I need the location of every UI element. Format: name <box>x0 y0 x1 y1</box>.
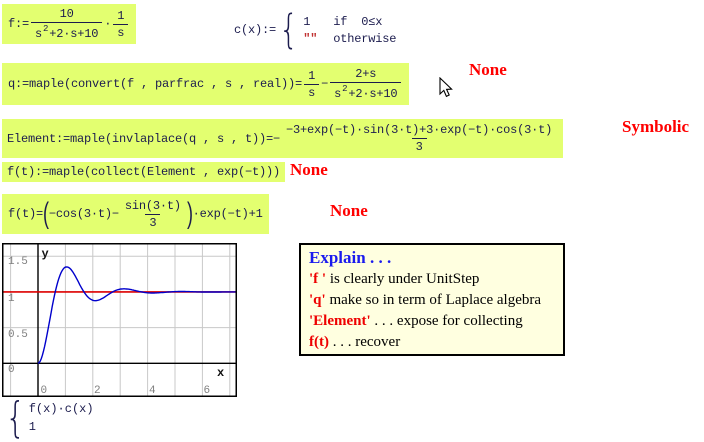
right-paren: ) <box>187 197 193 231</box>
plot-background <box>2 243 237 397</box>
case-condition: otherwise <box>333 32 396 46</box>
fraction: sin(3·t) 3 <box>121 199 185 230</box>
explain-line: 'Element' . . . expose for collecting <box>309 311 555 332</box>
eq-result-inner: −cos(3·t)− <box>49 207 119 221</box>
explain-title: Explain . . . <box>309 246 555 269</box>
left-paren: ( <box>43 197 49 231</box>
eq-q-pre: q:=maple(convert(f , parfrac , s , real)… <box>8 77 302 91</box>
mathcad-worksheet: { "colors": { "highlight": "#e3ff70", "e… <box>0 0 704 440</box>
legend-trace-1: f(x)·c(x) <box>29 400 94 418</box>
explain-line: 'f ' is clearly under UnitStep <box>309 269 555 290</box>
evaluation-mode-label-none-q: None <box>469 60 507 80</box>
evaluation-mode-label-none-collect: None <box>290 160 328 180</box>
eq-result-post: ·exp(−t)+1 <box>193 207 263 221</box>
fraction: 10 s2+2·s+10 <box>31 7 102 41</box>
explain-line: f(t) . . . recover <box>309 332 555 353</box>
left-brace: { <box>279 10 298 50</box>
explain-line: 'q' make so in term of Laplace algebra <box>309 290 555 311</box>
mouse-cursor-icon <box>436 77 456 104</box>
x-axis-label: x <box>217 366 224 380</box>
numerator: 10 <box>56 7 78 22</box>
y-tick-label: 1.5 <box>8 256 28 268</box>
multiply-dot: · <box>104 17 111 31</box>
xy-plot[interactable]: 1.5 1 0.5 0 0 2 4 6 y x <box>2 243 237 402</box>
plot-trace-legend: { f(x)·c(x) 1 <box>2 397 94 439</box>
evaluation-mode-label-symbolic: Symbolic <box>622 117 689 137</box>
equation-q-parfrac[interactable]: q:=maple(convert(f , parfrac , s , real)… <box>2 63 409 105</box>
eq-collect-text: f(t):=maple(collect(Element , exp(−t))) <box>7 165 280 179</box>
case-value-string: "" <box>303 32 317 46</box>
x-tick-label: 2 <box>94 385 101 397</box>
equation-c-definition[interactable]: c(x):= { 1 if 0≤x "" otherwise <box>234 10 396 50</box>
equation-element-invlaplace[interactable]: Element:=maple(invlaplace(q , s , t))=− … <box>2 119 563 158</box>
evaluation-mode-label-none-result: None <box>330 201 368 221</box>
eq-element-pre: Element:=maple(invlaplace(q , s , t))=− <box>7 132 280 146</box>
equation-ft-result[interactable]: f(t)= ( −cos(3·t)− sin(3·t) 3 ) ·exp(−t)… <box>2 194 269 234</box>
eq-result-pre: f(t)= <box>8 207 43 221</box>
legend-trace-2: 1 <box>29 418 94 436</box>
fraction: 2+s s2+2·s+10 <box>330 67 401 101</box>
y-tick-label: 1 <box>8 293 15 305</box>
x-tick-label: 6 <box>204 385 211 397</box>
equation-ft-collect[interactable]: f(t):=maple(collect(Element , exp(−t))) <box>2 162 285 182</box>
fraction: −3+exp(−t)·sin(3·t)+3·exp(−t)·cos(3·t) 3 <box>282 123 556 154</box>
fraction: 1 s <box>113 9 128 40</box>
case-condition: if 0≤x <box>333 15 396 29</box>
case-value: 1 <box>303 15 317 29</box>
y-axis-label: y <box>42 247 49 261</box>
piecewise-cases: 1 if 0≤x "" otherwise <box>303 15 396 46</box>
x-tick-label: 4 <box>149 385 156 397</box>
eq-c-lhs: c(x):= <box>234 23 276 37</box>
explain-text-box: Explain . . . 'f ' is clearly under Unit… <box>299 243 565 356</box>
legend-brace: { <box>5 397 25 439</box>
x-tick-label: 0 <box>41 385 48 397</box>
y-tick-label: 0.5 <box>8 329 28 341</box>
minus-sign: − <box>321 77 328 91</box>
y-tick-label: 0 <box>8 364 15 376</box>
eq-f-lhs: f:= <box>8 17 29 31</box>
denominator: s2+2·s+10 <box>31 22 102 41</box>
fraction: 1 s <box>304 69 319 100</box>
equation-f-definition[interactable]: f:= 10 s2+2·s+10 · 1 s <box>2 4 136 44</box>
